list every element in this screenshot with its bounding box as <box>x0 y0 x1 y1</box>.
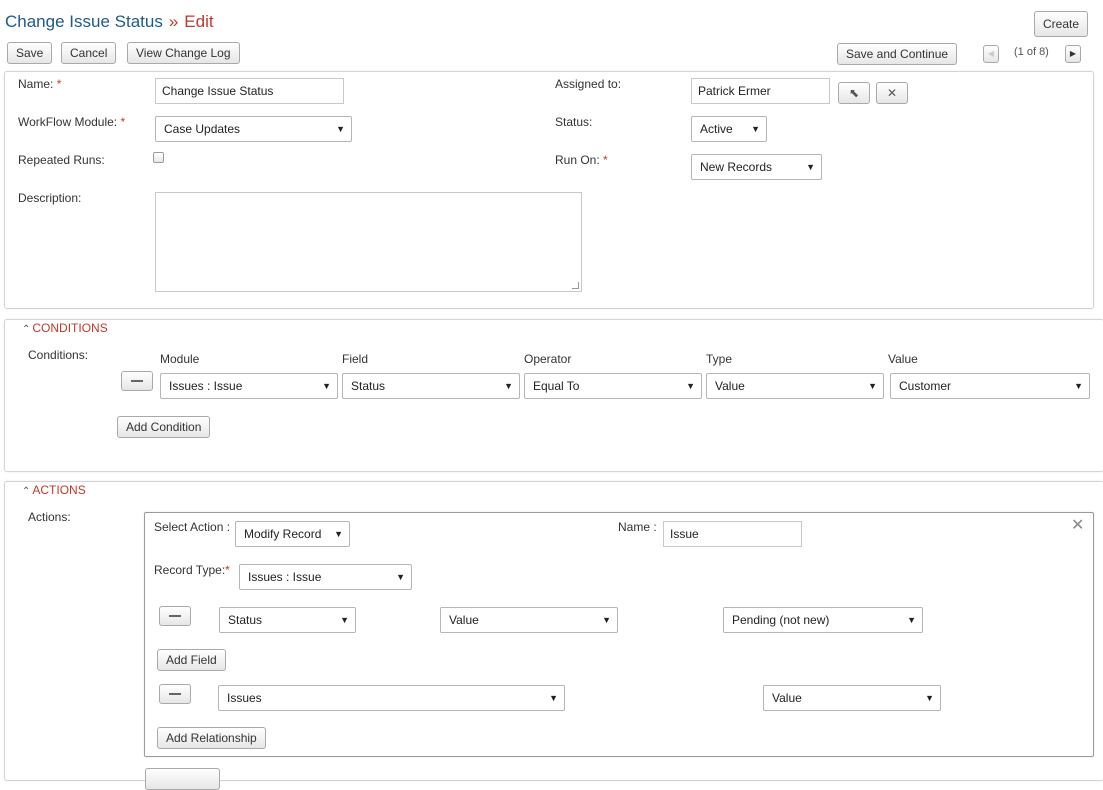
caret-icon: ▼ <box>334 529 343 539</box>
record-type-select[interactable]: Issues : Issue ▼ <box>239 564 412 590</box>
action-field-value-select[interactable]: Pending (not new) ▼ <box>723 607 923 633</box>
select-user-pointer-icon[interactable]: ⬉ <box>838 82 870 104</box>
run-on-select[interactable]: New Records ▼ <box>691 154 822 180</box>
record-type-label: Record Type:* <box>154 563 230 577</box>
previous-record-icon[interactable]: ◀ <box>983 45 999 63</box>
remove-relationship-button[interactable] <box>159 684 191 704</box>
next-record-icon[interactable]: ▶ <box>1065 45 1081 63</box>
caret-icon: ▼ <box>925 693 934 703</box>
pagination-counter: (1 of 8) <box>1014 46 1049 58</box>
add-condition-button[interactable]: Add Condition <box>117 416 211 438</box>
caret-icon: ▼ <box>602 615 611 625</box>
view-change-log-button[interactable]: View Change Log <box>127 42 240 64</box>
condition-field-select[interactable]: Status ▼ <box>342 373 520 399</box>
cancel-button[interactable]: Cancel <box>61 42 117 64</box>
header-operator: Operator <box>524 352 572 366</box>
action-field-type-select[interactable]: Value ▼ <box>440 607 618 633</box>
add-relationship-button[interactable]: Add Relationship <box>157 727 266 749</box>
relationship-type-select[interactable]: Value ▼ <box>763 685 941 711</box>
header-type: Type <box>706 352 733 366</box>
caret-icon: ▼ <box>686 381 695 391</box>
condition-type-select[interactable]: Value ▼ <box>706 373 884 399</box>
resize-grip-icon[interactable] <box>572 282 579 289</box>
add-field-button[interactable]: Add Field <box>157 649 226 671</box>
relationship-select[interactable]: Issues ▼ <box>218 685 565 711</box>
select-action-select[interactable]: Modify Record ▼ <box>235 521 350 547</box>
description-textarea[interactable] <box>155 192 582 292</box>
repeated-runs-label: Repeated Runs: <box>18 153 105 167</box>
select-action-label: Select Action : <box>154 520 231 534</box>
save-and-continue-button[interactable]: Save and Continue <box>837 43 958 65</box>
chevron-up-icon: ⌃ <box>22 486 31 497</box>
save-button[interactable]: Save <box>7 42 53 64</box>
conditions-label: Conditions: <box>28 348 89 362</box>
status-label: Status: <box>555 115 593 129</box>
caret-icon: ▼ <box>806 162 815 172</box>
caret-icon: ▼ <box>504 381 513 391</box>
conditions-section-toggle[interactable]: ⌃ CONDITIONS <box>22 321 108 335</box>
header-module: Module <box>160 352 200 366</box>
caret-icon: ▼ <box>1074 381 1083 391</box>
action-name-input[interactable]: Issue <box>663 521 802 547</box>
caret-icon: ▼ <box>868 381 877 391</box>
clear-user-icon[interactable]: ✕ <box>876 82 908 104</box>
run-on-label: Run On: * <box>555 153 608 167</box>
actions-label: Actions: <box>28 510 71 524</box>
caret-icon: ▼ <box>336 124 345 134</box>
name-label: Name: * <box>18 77 62 91</box>
action-box <box>144 512 1094 757</box>
title-separator: » <box>168 12 179 31</box>
header-value: Value <box>888 352 918 366</box>
condition-module-select[interactable]: Issues : Issue ▼ <box>160 373 338 399</box>
action-name-label: Name : <box>618 520 657 534</box>
workflow-module-label: WorkFlow Module: * <box>18 115 126 129</box>
close-action-icon[interactable]: ✕ <box>1071 515 1084 535</box>
assigned-to-label: Assigned to: <box>555 77 622 91</box>
condition-operator-select[interactable]: Equal To ▼ <box>524 373 702 399</box>
assigned-to-input[interactable]: Patrick Ermer <box>691 78 830 104</box>
add-action-button[interactable] <box>145 768 220 790</box>
workflow-module-select[interactable]: Case Updates ▼ <box>155 116 352 142</box>
caret-icon: ▼ <box>396 572 405 582</box>
action-field-select[interactable]: Status ▼ <box>219 607 356 633</box>
create-button[interactable]: Create <box>1034 11 1089 37</box>
caret-icon: ▼ <box>322 381 331 391</box>
description-label: Description: <box>18 191 82 205</box>
status-select[interactable]: Active ▼ <box>691 116 767 142</box>
caret-icon: ▼ <box>549 693 558 703</box>
remove-field-button[interactable] <box>159 606 191 626</box>
mode-title: Edit <box>184 12 214 31</box>
repeated-runs-checkbox[interactable] <box>153 152 164 163</box>
caret-icon: ▼ <box>907 615 916 625</box>
name-input[interactable]: Change Issue Status <box>155 78 344 104</box>
module-title: Change Issue Status <box>5 12 163 31</box>
page-title: Change Issue Status » Edit <box>5 12 214 32</box>
remove-condition-button[interactable] <box>121 371 153 391</box>
caret-icon: ▼ <box>751 124 760 134</box>
chevron-up-icon: ⌃ <box>22 324 31 335</box>
caret-icon: ▼ <box>340 615 349 625</box>
condition-value-select[interactable]: Customer ▼ <box>890 373 1090 399</box>
header-field: Field <box>342 352 369 366</box>
actions-section-toggle[interactable]: ⌃ ACTIONS <box>22 483 86 497</box>
